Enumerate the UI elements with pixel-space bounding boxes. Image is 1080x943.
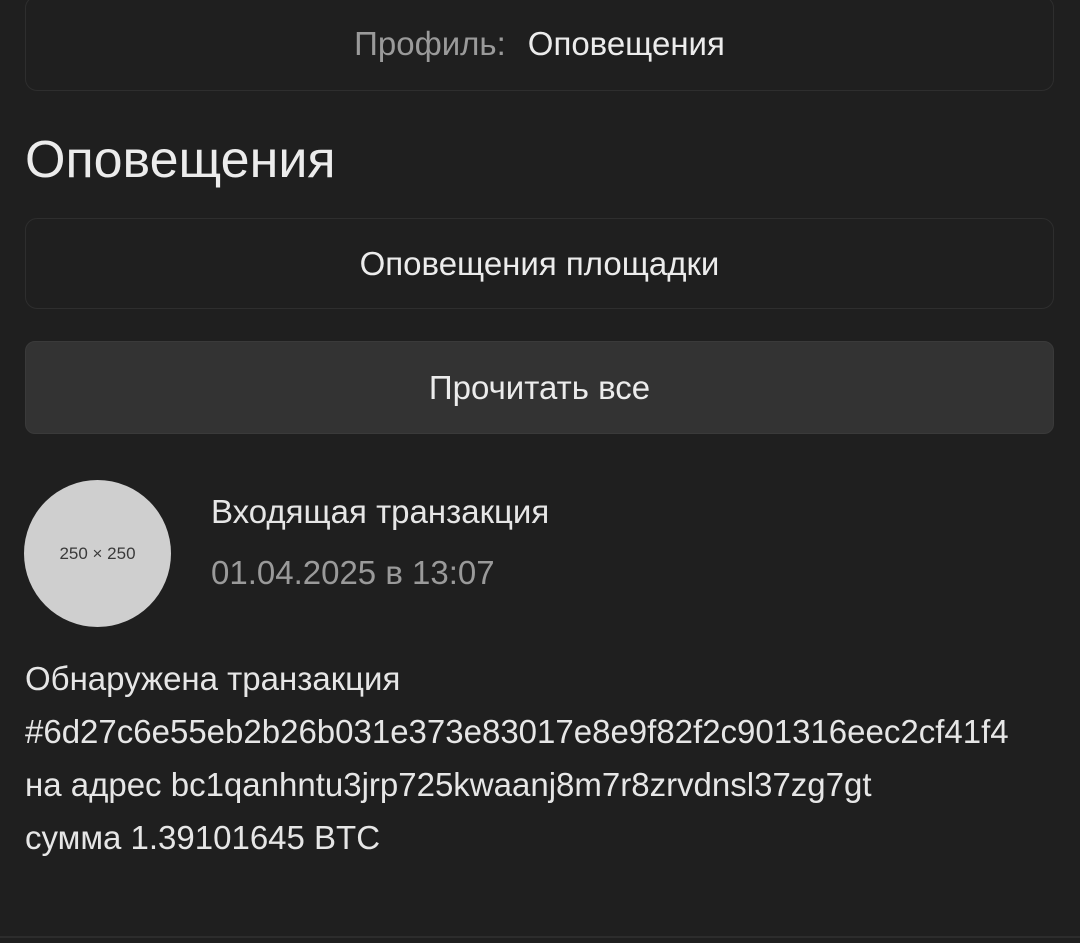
breadcrumb-current: Оповещения — [527, 24, 725, 62]
notification-body-line: на адрес bc1qanhntu3jrp725kwaanj8m7r8zrv… — [25, 766, 872, 803]
breadcrumb: Профиль: Оповещения — [25, 0, 1054, 91]
notification-title[interactable]: Входящая транзакция — [211, 492, 549, 532]
avatar: 250 × 250 — [24, 480, 171, 627]
notifications-page: Профиль: Оповещения Оповещения Оповещени… — [0, 0, 1080, 943]
notification-body-line: #6d27c6e55eb2b26b031e373e83017e8e9f82f2c… — [25, 713, 1009, 750]
section-header: Оповещения площадки — [25, 218, 1054, 309]
notification-timestamp: 01.04.2025 в 13:07 — [211, 554, 495, 591]
divider — [0, 936, 1080, 938]
read-all-button[interactable]: Прочитать все — [25, 341, 1054, 434]
avatar-placeholder-text: 250 × 250 — [59, 543, 136, 563]
read-all-button-label: Прочитать все — [428, 368, 651, 406]
page-title: Оповещения — [25, 131, 336, 189]
section-header-label: Оповещения площадки — [359, 244, 720, 282]
breadcrumb-parent-link[interactable]: Профиль: — [354, 25, 506, 63]
notification-body-line: Обнаружена транзакция — [25, 660, 401, 697]
notification-body-line: сумма 1.39101645 BTC — [25, 819, 381, 856]
notification-body: Обнаружена транзакция #6d27c6e55eb2b26b0… — [25, 652, 1080, 864]
